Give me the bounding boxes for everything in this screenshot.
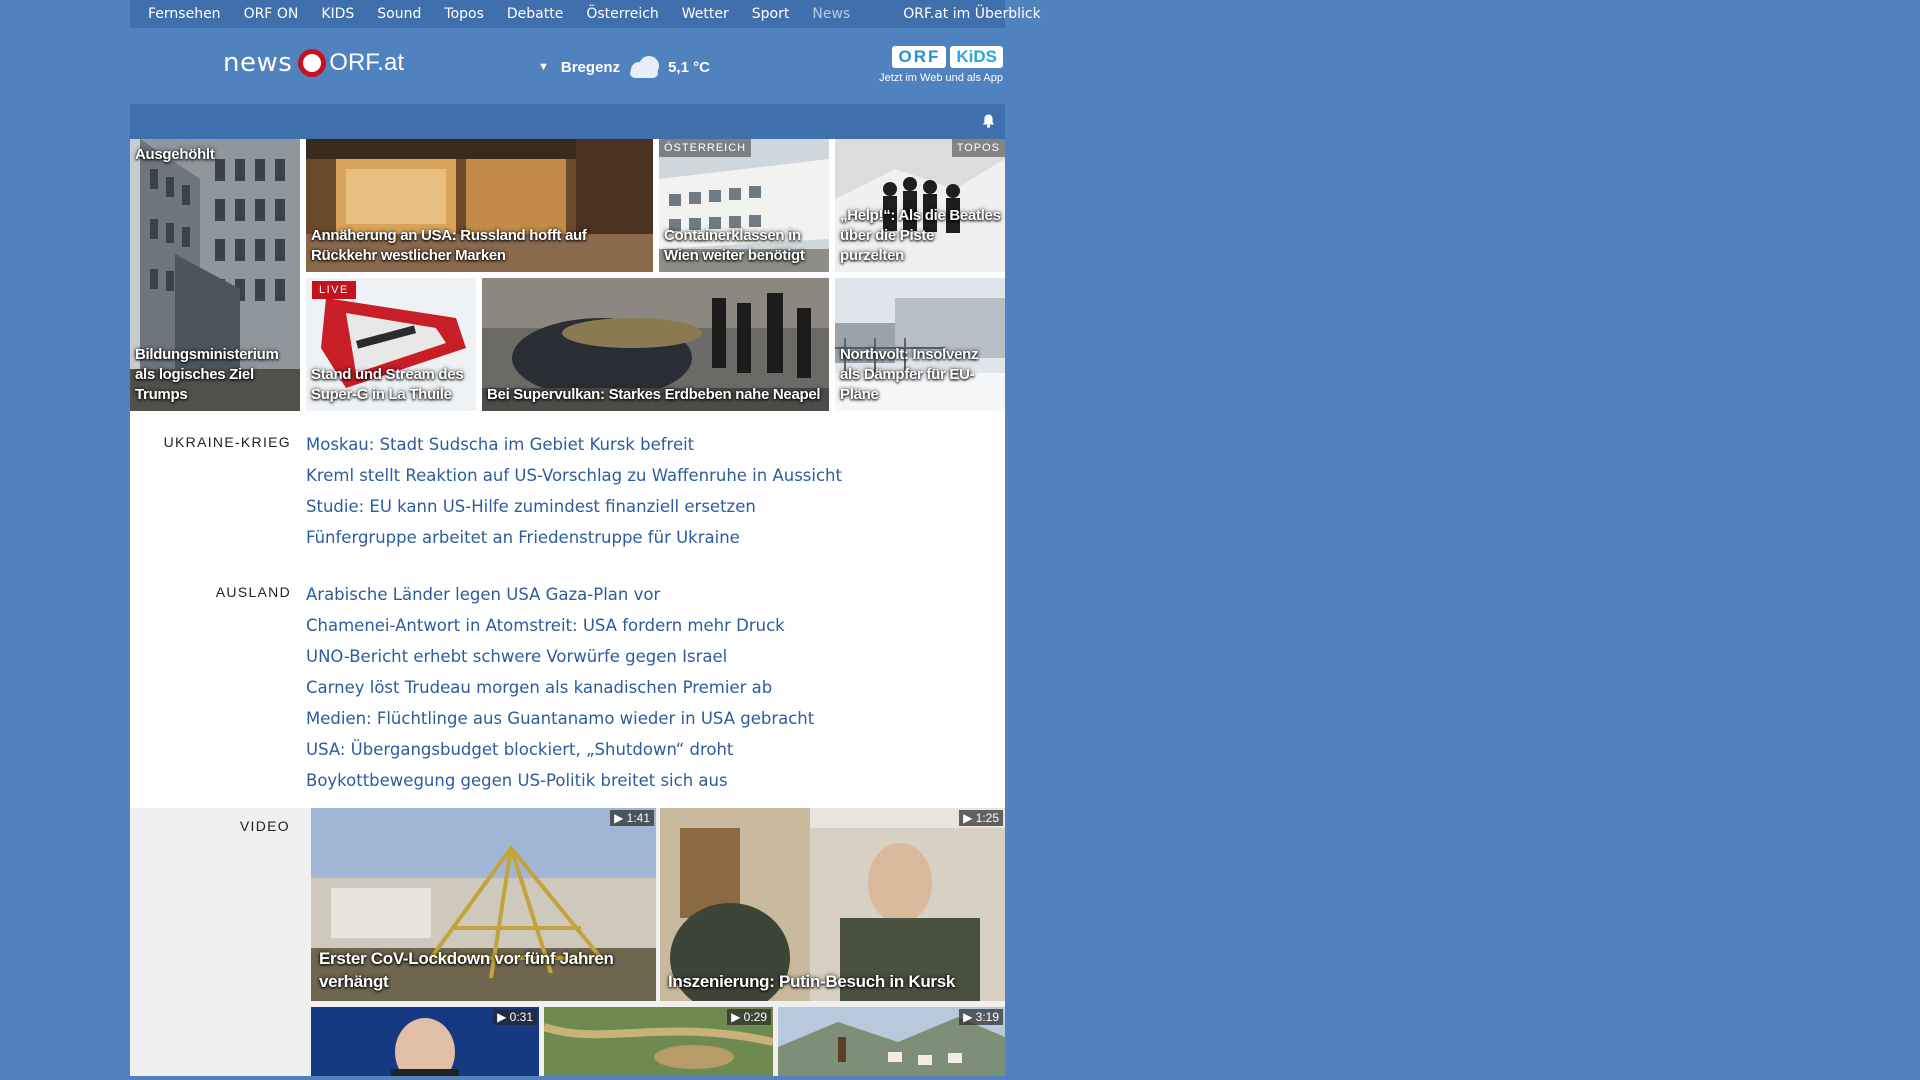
- caret-down-icon[interactable]: ▼: [538, 61, 549, 73]
- nav-sport[interactable]: Sport: [752, 6, 790, 22]
- headline-link[interactable]: Carney löst Trudeau morgen als kanadisch…: [306, 672, 814, 703]
- headline-link[interactable]: Boykottbewegung gegen US-Politik breitet…: [306, 765, 814, 796]
- logo-news-text: news: [223, 48, 293, 78]
- nav-overview[interactable]: ORF.at im Überblick: [903, 6, 1040, 22]
- tile-caption: Annäherung an USA: Russland hofft auf Rü…: [311, 227, 587, 264]
- video-tile-5[interactable]: ▶ 3:19: [778, 1007, 1005, 1076]
- nav-oesterreich[interactable]: Österreich: [586, 6, 658, 22]
- tile-category-label: TOPOS: [951, 139, 1005, 157]
- logo-orf-text: ORF.at: [329, 49, 404, 76]
- video-duration: ▶ 3:19: [959, 1009, 1003, 1025]
- tile-kicker-text: Ausgehöhlt: [135, 146, 215, 163]
- orf-ring-icon: [298, 49, 327, 77]
- tile-caption: Stand und Stream des Super-G in La Thuil…: [311, 366, 464, 403]
- play-icon: ▶: [731, 1010, 744, 1024]
- section-label: AUSLAND: [215, 584, 291, 600]
- weather-widget[interactable]: ▼ Bregenz 5,1 °C: [538, 56, 710, 78]
- story-tile-beatles[interactable]: TOPOS „Help!“: Als die Beatles über die …: [835, 139, 1005, 272]
- headline-list: Arabische Länder legen USA Gaza-Plan vor…: [306, 579, 814, 796]
- nav-topos[interactable]: Topos: [444, 6, 483, 22]
- story-tile-erdbeben[interactable]: Bei Supervulkan: Starkes Erdbeben nahe N…: [482, 278, 829, 411]
- section-ausland: AUSLAND Arabische Länder legen USA Gaza-…: [130, 579, 1005, 796]
- news-orf-logo[interactable]: news ORF.at: [223, 48, 404, 78]
- section-label: UKRAINE-KRIEG: [163, 434, 291, 450]
- nav-debatte[interactable]: Debatte: [507, 6, 563, 22]
- kids-badge-kids: KiDS: [950, 46, 1003, 68]
- orf-kids-promo[interactable]: ORF KiDS Jetzt im Web und als App: [879, 46, 1003, 84]
- video-tile-putin-kursk[interactable]: ▶ 1:25 Inszenierung: Putin-Besuch in Kur…: [660, 808, 1005, 1001]
- video-caption: Inszenierung: Putin-Besuch in Kursk: [668, 972, 956, 991]
- kids-badge-orf: ORF: [892, 46, 947, 68]
- tile-caption: „Help!“: Als die Beatles über die Piste …: [840, 207, 1001, 264]
- video-tile-cov-lockdown[interactable]: ▶ 1:41 Erster CoV-Lockdown vor fünf Jahr…: [311, 808, 656, 1001]
- video-duration: ▶ 1:41: [610, 810, 654, 826]
- headline-lists: UKRAINE-KRIEG Moskau: Stadt Sudscha im G…: [130, 411, 1005, 808]
- tile-caption: Bildungsministerium als logisches Ziel T…: [135, 346, 279, 403]
- top-navigation: Fernsehen ORF ON KIDS Sound Topos Debatt…: [130, 0, 1041, 28]
- video-section: VIDEO ▶ 1:41 Erster CoV-Lockdown vor fün…: [130, 808, 1005, 1076]
- play-icon: ▶: [497, 1010, 510, 1024]
- nav-orf-on[interactable]: ORF ON: [244, 6, 299, 22]
- video-duration: ▶ 1:25: [959, 810, 1003, 826]
- headline-link[interactable]: Moskau: Stadt Sudscha im Gebiet Kursk be…: [306, 429, 842, 460]
- nav-sound[interactable]: Sound: [377, 6, 421, 22]
- story-tile-bildungsministerium[interactable]: Ausgehöhlt Bildungsministerium als logis…: [130, 139, 300, 411]
- headline-link[interactable]: UNO-Bericht erhebt schwere Vorwürfe gege…: [306, 641, 814, 672]
- bell-icon[interactable]: [982, 114, 995, 128]
- story-tile-russland-marken[interactable]: Annäherung an USA: Russland hofft auf Rü…: [306, 139, 653, 272]
- tile-caption: Containerklassen in Wien weiter benötigt: [664, 227, 805, 264]
- cloud-icon: [628, 56, 662, 78]
- page: Fernsehen ORF ON KIDS Sound Topos Debatt…: [130, 0, 1041, 1076]
- section-ukraine-krieg: UKRAINE-KRIEG Moskau: Stadt Sudscha im G…: [130, 429, 1005, 553]
- video-tile-4[interactable]: ▶ 0:29: [544, 1007, 773, 1076]
- headline-link[interactable]: USA: Übergangsbudget blockiert, „Shutdow…: [306, 734, 814, 765]
- story-tile-containerklassen[interactable]: ÖSTERREICH Containerklassen in Wien weit…: [659, 139, 829, 272]
- headline-link[interactable]: Fünfergruppe arbeitet an Friedenstruppe …: [306, 522, 842, 553]
- video-duration: ▶ 0:29: [727, 1009, 771, 1025]
- tile-category-label: ÖSTERREICH: [659, 139, 752, 157]
- section-label: VIDEO: [239, 818, 290, 834]
- tile-caption: Northvolt: Insolvenz als Dämpfer für EU-…: [840, 346, 979, 403]
- story-tile-super-g[interactable]: LIVE Stand und Stream des Super-G in La …: [306, 278, 476, 411]
- nav-wetter[interactable]: Wetter: [682, 6, 729, 22]
- headline-link[interactable]: Studie: EU kann US-Hilfe zumindest finan…: [306, 491, 842, 522]
- story-tile-northvolt[interactable]: Northvolt: Insolvenz als Dämpfer für EU-…: [835, 278, 1005, 411]
- video-caption: Erster CoV-Lockdown vor fünf Jahren verh…: [319, 949, 614, 991]
- headline-link[interactable]: Medien: Flüchtlinge aus Guantanamo wiede…: [306, 703, 814, 734]
- nav-fernsehen[interactable]: Fernsehen: [148, 6, 221, 22]
- weather-temperature: 5,1 °C: [668, 58, 710, 76]
- video-duration: ▶ 0:31: [493, 1009, 537, 1025]
- play-icon: ▶: [614, 811, 627, 825]
- weather-location: Bregenz: [560, 58, 621, 76]
- headline-link[interactable]: Chamenei-Antwort in Atomstreit: USA ford…: [306, 610, 814, 641]
- kids-tagline: Jetzt im Web und als App: [879, 72, 1003, 84]
- headline-list: Moskau: Stadt Sudscha im Gebiet Kursk be…: [306, 429, 842, 553]
- site-header: news ORF.at ▼ Bregenz 5,1 °C ORF KiDS Je…: [130, 28, 1005, 104]
- notification-bar: [130, 104, 1005, 139]
- nav-news[interactable]: News: [812, 6, 850, 22]
- live-badge: LIVE: [312, 281, 356, 299]
- play-icon: ▶: [963, 811, 976, 825]
- tile-caption: Bei Supervulkan: Starkes Erdbeben nahe N…: [487, 386, 821, 403]
- headline-link[interactable]: Kreml stellt Reaktion auf US-Vorschlag z…: [306, 460, 842, 491]
- headline-link[interactable]: Arabische Länder legen USA Gaza-Plan vor: [306, 579, 814, 610]
- top-stories: Ausgehöhlt Bildungsministerium als logis…: [130, 139, 1005, 411]
- video-tile-3[interactable]: ▶ 0:31: [311, 1007, 539, 1076]
- play-icon: ▶: [963, 1010, 976, 1024]
- nav-kids[interactable]: KIDS: [321, 6, 354, 22]
